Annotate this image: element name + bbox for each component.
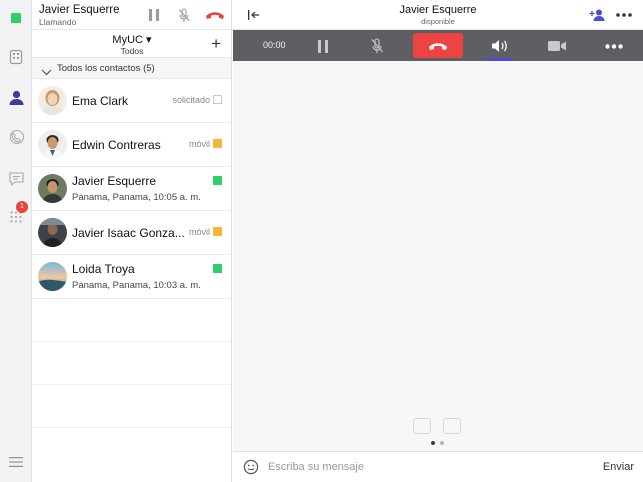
contact-location: Panama, Panama, 10:03 a. m. [72, 280, 201, 291]
add-contact-button[interactable]: + [211, 34, 221, 54]
page-indicator[interactable] [430, 441, 450, 447]
active-call-bar[interactable]: Javier Esquerre Llamando [32, 0, 231, 30]
conversation-subtitle: disponible [421, 17, 455, 26]
camera-placeholder-icon [413, 418, 431, 434]
directory-selector-sublabel: Todos [120, 46, 144, 56]
avatar [38, 218, 67, 247]
message-input[interactable] [268, 458, 588, 476]
page-dot-active[interactable] [431, 441, 435, 445]
contact-name: Ema Clark [72, 94, 129, 108]
status-mobile-icon [213, 139, 222, 148]
empty-row [32, 299, 231, 342]
hangup-icon [429, 42, 447, 50]
contact-name: Javier Isaac Gonza... [72, 226, 185, 240]
pause-icon[interactable] [145, 6, 163, 24]
contact-tag: solicitado [172, 95, 210, 105]
contact-group-header[interactable]: Todos los contactos (5) [32, 58, 231, 79]
contact-row[interactable]: Javier Esquerre Panama, Panama, 10:05 a.… [32, 167, 231, 211]
contact-name: Javier Esquerre [72, 174, 157, 188]
send-button[interactable]: Enviar [603, 461, 634, 473]
add-participant-icon[interactable] [588, 6, 606, 24]
contacts-icon[interactable] [6, 87, 26, 107]
conversation-area: Javier Esquerre disponible 00:00 Escriba… [233, 0, 643, 482]
left-rail: 1 [0, 0, 32, 482]
contact-row[interactable]: Ema Clark solicitado [32, 79, 231, 123]
contacts-panel: Javier Esquerre Llamando MyUC ▾ Todos + … [32, 0, 232, 482]
video-icon[interactable] [546, 36, 568, 56]
pause-icon[interactable] [312, 36, 334, 56]
status-requested-icon [213, 95, 222, 104]
app-window: 1 Javier Esquerre Llamando MyUC ▾ Todos … [0, 0, 643, 482]
conversation-title: Javier Esquerre [399, 4, 477, 16]
dialpad-badge: 1 [16, 201, 28, 213]
contact-tag: móvil [188, 227, 210, 237]
page-dot[interactable] [440, 441, 444, 445]
contact-name: Loida Troya [72, 262, 135, 276]
mute-icon[interactable] [175, 6, 193, 24]
call-timer: 00:00 [263, 40, 286, 50]
empty-row [32, 342, 231, 385]
conversation-header: Javier Esquerre disponible [233, 0, 643, 30]
avatar [38, 174, 67, 203]
mute-icon[interactable] [366, 36, 388, 56]
phone-placeholder-icon [443, 418, 461, 434]
call-controls-bar: 00:00 [233, 30, 643, 61]
status-available-icon [213, 264, 222, 273]
presence-status-indicator[interactable] [11, 13, 21, 23]
directory-selector[interactable]: MyUC ▾ Todos + [32, 30, 231, 58]
speaker-icon[interactable] [489, 36, 511, 56]
active-call-state: Llamando [39, 17, 77, 27]
call-history-icon[interactable] [6, 127, 26, 147]
status-mobile-icon [213, 227, 222, 236]
contact-row[interactable]: Edwin Contreras móvil [32, 123, 231, 167]
caret-down-icon: ▾ [146, 34, 152, 46]
menu-icon[interactable] [9, 455, 23, 467]
hangup-icon[interactable] [204, 6, 226, 24]
empty-row [32, 385, 231, 428]
contact-name: Edwin Contreras [72, 138, 161, 152]
contact-group-label: Todos los contactos (5) [57, 63, 155, 74]
avatar [38, 262, 67, 291]
hangup-button[interactable] [413, 33, 463, 58]
more-options-icon[interactable] [613, 6, 635, 24]
speaker-active-indicator [486, 58, 513, 61]
contact-tag: móvil [188, 139, 210, 149]
more-call-options-icon[interactable] [601, 36, 627, 56]
avatar [38, 86, 67, 115]
chat-icon[interactable] [6, 168, 26, 188]
active-call-name: Javier Esquerre [39, 4, 120, 16]
contact-row[interactable]: Javier Isaac Gonza... móvil [32, 211, 231, 255]
contact-row[interactable]: Loida Troya Panama, Panama, 10:03 a. m. [32, 255, 231, 299]
avatar [38, 130, 67, 159]
emoji-icon[interactable] [243, 459, 259, 480]
building-icon[interactable] [6, 47, 26, 67]
message-composer: Enviar [233, 451, 643, 482]
contact-location: Panama, Panama, 10:05 a. m. [72, 192, 201, 203]
directory-selector-label: MyUC ▾ [112, 34, 152, 46]
status-available-icon [213, 176, 222, 185]
